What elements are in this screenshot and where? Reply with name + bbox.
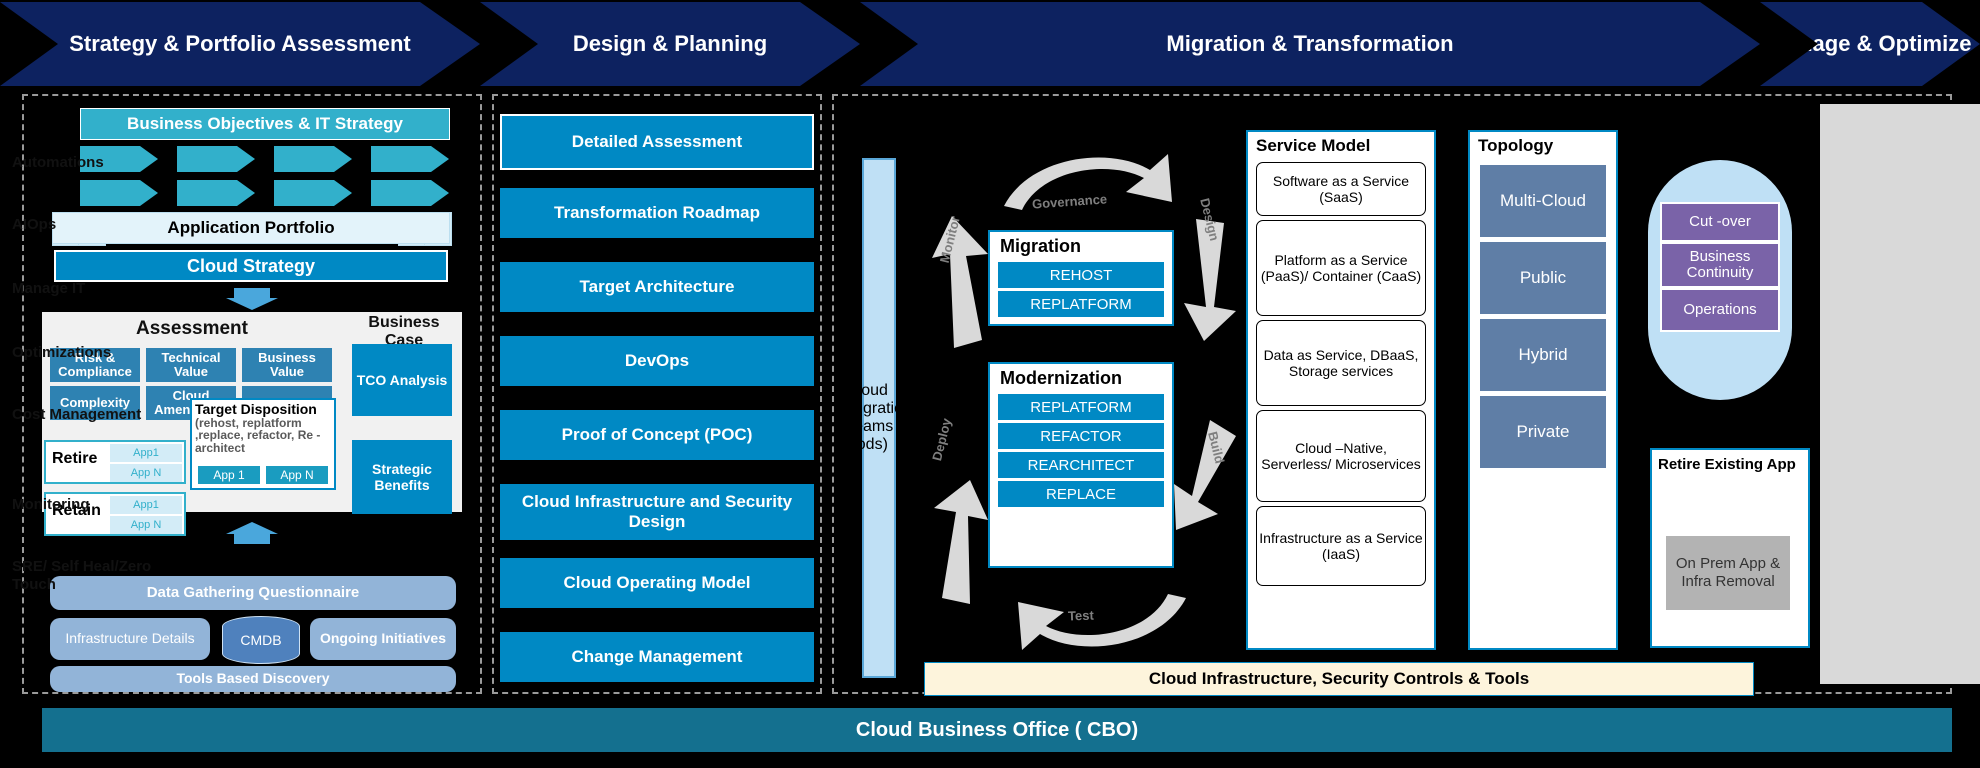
ops-item-business-continuity[interactable]: Business Continuity bbox=[1660, 242, 1780, 288]
service-model-item-cloud-native[interactable]: Cloud –Native, Serverless/ Microservices bbox=[1256, 410, 1426, 502]
objective-arrow[interactable] bbox=[177, 180, 255, 206]
modernization-item-rearchitect[interactable]: REARCHITECT bbox=[998, 452, 1164, 478]
target-disposition-title: Target Disposition bbox=[195, 401, 317, 417]
phase-chevron-migration[interactable]: Migration & Transformation bbox=[860, 2, 1760, 86]
topology-box: Topology Multi-Cloud Public Hybrid Priva… bbox=[1468, 130, 1618, 650]
design-item-detailed-assessment[interactable]: Detailed Assessment bbox=[500, 114, 814, 170]
manage-optimize-column bbox=[1820, 104, 1980, 684]
topology-item-private[interactable]: Private bbox=[1480, 396, 1606, 468]
cmdb-cylinder[interactable]: CMDB bbox=[222, 616, 300, 664]
on-prem-removal-chip: On Prem App & Infra Removal bbox=[1666, 536, 1790, 610]
phase-label: Manage & Optimize bbox=[1768, 31, 1972, 57]
deploy-arrow-icon bbox=[934, 480, 988, 604]
target-disposition-sub: (rehost, replatform ,replace, refactor, … bbox=[195, 415, 321, 455]
modernization-box[interactable]: Modernization REPLATFORM REFACTOR REARCH… bbox=[988, 362, 1174, 568]
ops-item-operations[interactable]: Operations bbox=[1660, 288, 1780, 332]
phase-chevron-manage[interactable]: Manage & Optimize bbox=[1760, 2, 1980, 86]
objective-arrow[interactable] bbox=[177, 146, 255, 172]
topology-title: Topology bbox=[1478, 136, 1554, 155]
ongoing-initiatives-pill[interactable]: Ongoing Initiatives bbox=[310, 618, 456, 660]
cloud-strategy-bar[interactable]: Cloud Strategy bbox=[54, 250, 448, 282]
manage-item-automations[interactable]: Automations bbox=[12, 154, 160, 172]
cloud-infrastructure-bar[interactable]: Cloud Infrastructure, Security Controls … bbox=[924, 662, 1754, 696]
build-arrow-icon bbox=[1174, 420, 1236, 530]
td-app-last: App N bbox=[266, 466, 328, 484]
cycle-label-test: Test bbox=[1067, 607, 1095, 624]
service-model-box: Service Model Software as a Service (Saa… bbox=[1246, 130, 1436, 650]
design-item-poc[interactable]: Proof of Concept (POC) bbox=[500, 410, 814, 460]
assessment-title: Assessment bbox=[136, 318, 248, 339]
migration-box[interactable]: Migration REHOST REPLATFORM bbox=[988, 230, 1174, 326]
diagram-canvas: Strategy & Portfolio Assessment Design &… bbox=[0, 0, 1980, 768]
manage-item-sre[interactable]: SRE/ Self Heal/Zero Touch bbox=[12, 558, 160, 594]
modernization-item-refactor[interactable]: REFACTOR bbox=[998, 423, 1164, 449]
design-item-target-architecture[interactable]: Target Architecture bbox=[500, 262, 814, 312]
design-item-cloud-infra-security-design[interactable]: Cloud Infrastructure and Security Design bbox=[500, 484, 814, 540]
topology-item-hybrid[interactable]: Hybrid bbox=[1480, 319, 1606, 391]
tools-based-discovery-pill[interactable]: Tools Based Discovery bbox=[50, 666, 456, 692]
infrastructure-details-pill[interactable]: Infrastructure Details bbox=[50, 618, 210, 660]
design-item-transformation-roadmap[interactable]: Transformation Roadmap bbox=[500, 188, 814, 238]
retire-app-last: App N bbox=[110, 464, 182, 482]
cloud-business-office-bar[interactable]: Cloud Business Office ( CBO) bbox=[42, 708, 1952, 752]
phase-header: Strategy & Portfolio Assessment Design &… bbox=[0, 0, 1980, 88]
strategic-benefits-box[interactable]: Strategic Benefits bbox=[352, 440, 452, 514]
topology-item-multi-cloud[interactable]: Multi-Cloud bbox=[1480, 165, 1606, 237]
modernization-item-replatform[interactable]: REPLATFORM bbox=[998, 394, 1164, 420]
pods-label-wrap: Cloud Migration Teams ( Pods) bbox=[846, 158, 912, 678]
migration-title: Migration bbox=[1000, 236, 1081, 256]
phase-label: Strategy & Portfolio Assessment bbox=[69, 31, 411, 57]
retire-app-first: App1 bbox=[110, 444, 182, 462]
migration-item-replatform[interactable]: REPLATFORM bbox=[998, 291, 1164, 317]
migration-item-rehost[interactable]: REHOST bbox=[998, 262, 1164, 288]
ops-item-cutover[interactable]: Cut -over bbox=[1660, 202, 1780, 242]
objective-arrow-row-2 bbox=[80, 180, 450, 206]
service-model-item-iaas[interactable]: Infrastructure as a Service (IaaS) bbox=[1256, 506, 1426, 586]
manage-item-optimizations[interactable]: Optimizations bbox=[12, 344, 160, 362]
retire-existing-app-box[interactable]: Retire Existing App On Prem App & Infra … bbox=[1650, 448, 1810, 648]
modernization-title: Modernization bbox=[1000, 368, 1122, 388]
objective-arrow[interactable] bbox=[274, 180, 352, 206]
retire-box[interactable]: Retire App1 App N bbox=[44, 440, 186, 484]
service-model-item-paas[interactable]: Platform as a Service (PaaS)/ Container … bbox=[1256, 220, 1426, 316]
topology-item-public[interactable]: Public bbox=[1480, 242, 1606, 314]
objective-arrow[interactable] bbox=[371, 146, 449, 172]
retire-label: Retire bbox=[52, 450, 98, 467]
modernization-item-replace[interactable]: REPLACE bbox=[998, 481, 1164, 507]
target-disposition-box[interactable]: Target Disposition (rehost, replatform ,… bbox=[190, 398, 336, 490]
design-item-cloud-operating-model[interactable]: Cloud Operating Model bbox=[500, 558, 814, 608]
objective-arrow[interactable] bbox=[371, 180, 449, 206]
retire-existing-title: Retire Existing App bbox=[1658, 456, 1796, 473]
manage-item-cost-management[interactable]: Cost Management bbox=[12, 406, 160, 424]
objective-arrow[interactable] bbox=[274, 146, 352, 172]
manage-item-aiops[interactable]: AIOps bbox=[12, 216, 160, 234]
phase-label: Migration & Transformation bbox=[1166, 31, 1454, 57]
service-model-item-dbaas[interactable]: Data as Service, DBaaS, Storage services bbox=[1256, 320, 1426, 406]
test-arrow-icon bbox=[1018, 594, 1186, 650]
objective-arrow[interactable] bbox=[80, 180, 158, 206]
phase-chevron-design[interactable]: Design & Planning bbox=[480, 2, 860, 86]
phase-label: Design & Planning bbox=[572, 31, 768, 57]
service-model-item-saas[interactable]: Software as a Service (SaaS) bbox=[1256, 162, 1426, 216]
tco-analysis-box[interactable]: TCO Analysis bbox=[352, 344, 452, 416]
td-app-first: App 1 bbox=[198, 466, 260, 484]
design-item-devops[interactable]: DevOps bbox=[500, 336, 814, 386]
pods-label: Cloud Migration Teams ( Pods) bbox=[846, 382, 912, 453]
business-objectives-bar[interactable]: Business Objectives & IT Strategy bbox=[80, 108, 450, 140]
assessment-cell-business-value[interactable]: Business Value bbox=[242, 348, 332, 382]
manage-item-monitoring[interactable]: Monitoring bbox=[12, 496, 160, 514]
service-model-title: Service Model bbox=[1256, 136, 1371, 155]
design-item-change-management[interactable]: Change Management bbox=[500, 632, 814, 682]
retain-app-last: App N bbox=[110, 516, 182, 534]
phase-chevron-strategy[interactable]: Strategy & Portfolio Assessment bbox=[0, 2, 480, 86]
monitor-arrow-icon bbox=[932, 216, 988, 348]
manage-item-manage-it[interactable]: Manage IT bbox=[12, 280, 160, 298]
governance-arrow-icon bbox=[1004, 154, 1172, 210]
